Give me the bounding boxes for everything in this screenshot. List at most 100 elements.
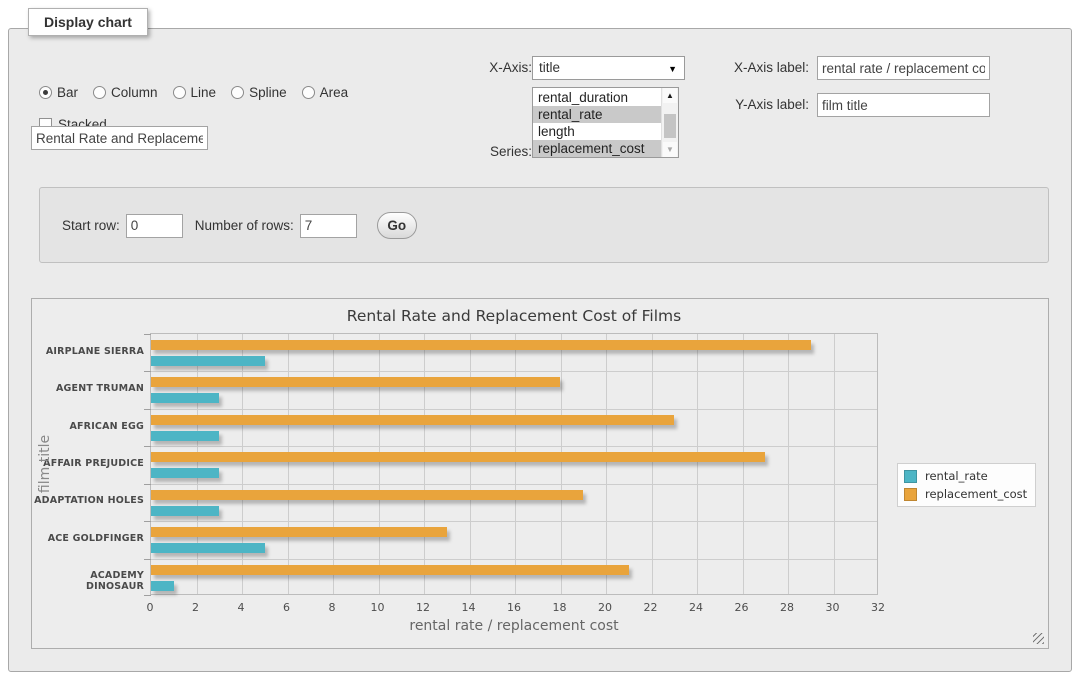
x-axis-tick-label: 6	[270, 601, 304, 614]
y-axis-tick-mark	[144, 371, 151, 372]
app-screen: BarColumnLineSplineArea Stacked X-Axis: …	[0, 0, 1081, 681]
chart-legend: rental_rate replacement_cost	[897, 463, 1036, 507]
x-axis-title: rental rate / replacement cost	[150, 618, 878, 634]
chart-type-radio-bar[interactable]: Bar	[39, 85, 78, 100]
bar-replacement-cost	[151, 490, 583, 500]
chart-title-input[interactable]	[31, 126, 208, 150]
gridline-horizontal	[151, 446, 877, 447]
scroll-up-icon[interactable]: ▲	[663, 88, 677, 103]
y-axis-title: film title	[37, 333, 55, 595]
x-axis-tick-label: 32	[861, 601, 895, 614]
gridline-horizontal	[151, 521, 877, 522]
x-axis-select[interactable]: title ▼	[532, 56, 685, 80]
gridline-vertical	[424, 334, 425, 594]
chart-type-radio-spline[interactable]: Spline	[231, 85, 287, 100]
bar-replacement-cost	[151, 415, 674, 425]
series-option-rental_rate[interactable]: rental_rate	[533, 106, 661, 123]
display-chart-panel: BarColumnLineSplineArea Stacked X-Axis: …	[8, 28, 1072, 672]
bar-replacement-cost	[151, 377, 560, 387]
scroll-thumb[interactable]	[664, 114, 676, 138]
display-chart-tab[interactable]: Display chart	[28, 8, 148, 36]
y-axis-tick-mark	[144, 446, 151, 447]
gridline-horizontal	[151, 409, 877, 410]
legend-label: rental_rate	[925, 469, 988, 483]
bar-rental-rate	[151, 506, 219, 516]
gridline-vertical	[561, 334, 562, 594]
radio-icon[interactable]	[93, 86, 106, 99]
plot-area	[150, 333, 878, 595]
radio-icon[interactable]	[39, 86, 52, 99]
gridline-horizontal	[151, 371, 877, 372]
series-scrollbar[interactable]: ▲ ▼	[661, 88, 678, 157]
y-axis-tick-mark	[144, 484, 151, 485]
y-axis-label-caption: Y-Axis label:	[727, 97, 809, 112]
gridline-vertical	[470, 334, 471, 594]
bar-rental-rate	[151, 393, 219, 403]
x-axis-label-input[interactable]	[817, 56, 990, 80]
gridline-vertical	[333, 334, 334, 594]
x-axis-tick-label: 20	[588, 601, 622, 614]
bar-rental-rate	[151, 543, 265, 553]
series-listbox[interactable]: rental_durationrental_ratelengthreplacem…	[532, 87, 679, 158]
x-axis-tick-label: 2	[179, 601, 213, 614]
x-axis-label-caption: X-Axis label:	[727, 60, 809, 75]
bar-rental-rate	[151, 581, 174, 591]
gridline-vertical	[788, 334, 789, 594]
radio-label: Bar	[57, 85, 78, 100]
x-axis-tick-label: 0	[133, 601, 167, 614]
resize-grip-icon[interactable]	[1033, 633, 1044, 644]
radio-icon[interactable]	[302, 86, 315, 99]
y-axis-tick-mark	[144, 521, 151, 522]
x-axis-tick-label: 14	[452, 601, 486, 614]
bar-replacement-cost	[151, 527, 447, 537]
chart-type-radio-line[interactable]: Line	[173, 85, 217, 100]
num-rows-input[interactable]	[300, 214, 357, 238]
row-range-controls: Start row: Number of rows: Go	[62, 212, 417, 239]
series-listbox-label: Series:	[479, 144, 532, 159]
y-axis-tick-mark	[144, 559, 151, 560]
radio-label: Column	[111, 85, 158, 100]
legend-label: replacement_cost	[925, 487, 1027, 501]
bar-rental-rate	[151, 356, 265, 366]
series-option-replacement_cost[interactable]: replacement_cost	[533, 140, 661, 157]
x-axis-tick-label: 28	[770, 601, 804, 614]
go-button[interactable]: Go	[377, 212, 417, 239]
gridline-vertical	[652, 334, 653, 594]
series-option-length[interactable]: length	[533, 123, 661, 140]
display-chart-tab-label: Display chart	[44, 14, 132, 30]
start-row-input[interactable]	[126, 214, 183, 238]
x-axis-tick-label: 4	[224, 601, 258, 614]
gridline-vertical	[743, 334, 744, 594]
bar-replacement-cost	[151, 340, 811, 350]
radio-icon[interactable]	[231, 86, 244, 99]
chart-type-radiogroup: Bar Column Line Spline Area	[39, 85, 348, 100]
gridline-vertical	[288, 334, 289, 594]
scroll-down-icon[interactable]: ▼	[663, 142, 677, 157]
legend-item-replacement_cost: replacement_cost	[904, 487, 1027, 501]
bar-rental-rate	[151, 431, 219, 441]
gridline-horizontal	[151, 484, 877, 485]
bar-replacement-cost	[151, 452, 765, 462]
radio-icon[interactable]	[173, 86, 186, 99]
select-dropdown-arrow-icon: ▼	[668, 64, 677, 74]
chart-title: Rental Rate and Replacement Cost of Film…	[150, 307, 878, 325]
gridline-horizontal	[151, 559, 877, 560]
num-rows-label: Number of rows:	[195, 218, 294, 233]
chart-type-radio-column[interactable]: Column	[93, 85, 158, 100]
gridline-vertical	[606, 334, 607, 594]
radio-label: Spline	[249, 85, 287, 100]
gridline-vertical	[515, 334, 516, 594]
x-axis-tick-label: 26	[725, 601, 759, 614]
y-axis-tick-mark	[144, 595, 151, 596]
gridline-vertical	[697, 334, 698, 594]
chart-type-radio-area[interactable]: Area	[302, 85, 349, 100]
x-axis-select-label: X-Axis:	[487, 60, 532, 75]
series-options: rental_durationrental_ratelengthreplacem…	[533, 89, 661, 157]
legend-swatch-icon	[904, 488, 917, 501]
y-axis-label-input[interactable]	[817, 93, 990, 117]
gridline-vertical	[379, 334, 380, 594]
series-option-rental_duration[interactable]: rental_duration	[533, 89, 661, 106]
gridline-vertical	[197, 334, 198, 594]
x-axis-tick-label: 24	[679, 601, 713, 614]
bar-replacement-cost	[151, 565, 629, 575]
